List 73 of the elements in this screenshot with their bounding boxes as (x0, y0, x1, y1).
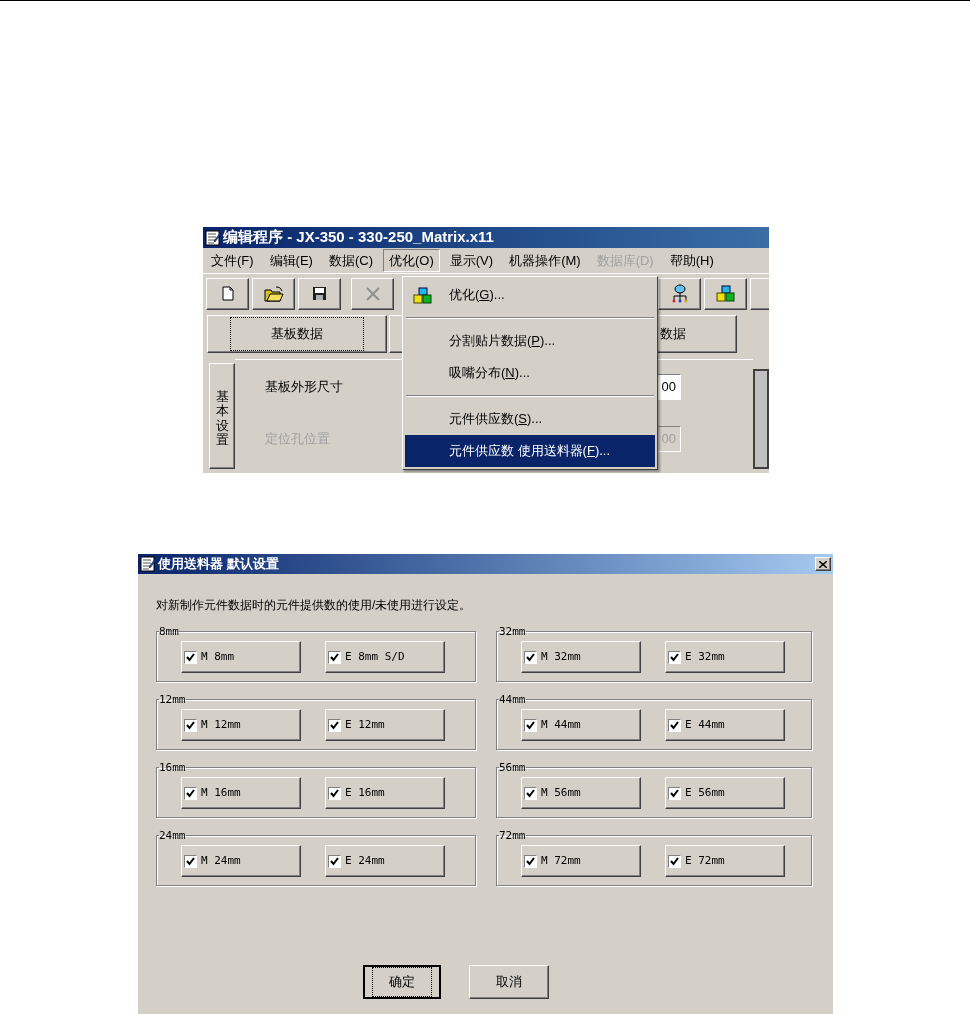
option-toggle[interactable]: M 8mm (181, 641, 301, 673)
checkbox[interactable] (184, 718, 197, 732)
checkbox[interactable] (328, 854, 341, 868)
checkbox[interactable] (184, 786, 197, 800)
menu-item[interactable]: 优化(O) (383, 248, 440, 273)
option-toggle[interactable]: E 56mm (665, 777, 785, 809)
group-title: 44mm (499, 694, 526, 705)
toolbar-button[interactable] (206, 277, 249, 310)
group-title: 72mm (499, 830, 526, 841)
document-icon (205, 229, 221, 246)
checkbox[interactable] (668, 854, 681, 868)
close-icon (819, 560, 827, 568)
group-title: 16mm (159, 762, 186, 773)
document-icon (140, 556, 156, 572)
toolbar-button[interactable] (658, 277, 701, 310)
option-toggle[interactable]: M 32mm (521, 641, 641, 673)
checkbox[interactable] (328, 718, 341, 732)
toolbar-button[interactable] (351, 277, 394, 310)
option-toggle[interactable]: E 8mm S/D (325, 641, 445, 673)
group-title: 56mm (499, 762, 526, 773)
group-title: 32mm (499, 626, 526, 637)
menu-item[interactable]: 数据(C) (322, 248, 379, 273)
group-title: 24mm (159, 830, 186, 841)
dialog-button[interactable]: 取消 (468, 965, 549, 999)
cubes-icon (413, 286, 433, 304)
side-tab[interactable]: 基本设置 (209, 363, 235, 469)
option-toggle[interactable]: E 12mm (325, 709, 445, 741)
menu-item[interactable]: 帮助(H) (663, 248, 720, 273)
new-document-icon (221, 286, 234, 301)
folder-icon (263, 285, 284, 302)
field-label: 基板外形尺寸 (265, 378, 344, 397)
description-text: 对新制作元件数据时的元件提供数的使用/未使用进行设定。 (156, 597, 473, 614)
window-title: 编辑程序 - JX-350 - 330-250_Matrix.x11 (223, 227, 494, 248)
tab[interactable]: 基板数据 (207, 315, 387, 353)
menu-item[interactable]: 显示(V) (443, 248, 500, 273)
dropdown-item[interactable]: 元件供应数 使用送料器(F)... (405, 435, 655, 467)
toolbar-button[interactable] (252, 277, 295, 310)
checkbox[interactable] (524, 786, 537, 800)
menu-item[interactable]: 机器操作(M) (503, 248, 587, 273)
option-toggle[interactable]: M 72mm (521, 845, 641, 877)
dialog-button[interactable]: 确定 (362, 965, 441, 999)
checkbox[interactable] (668, 786, 681, 800)
option-toggle[interactable]: E 16mm (325, 777, 445, 809)
option-toggle[interactable]: E 24mm (325, 845, 445, 877)
checkbox[interactable] (328, 786, 341, 800)
option-toggle[interactable]: E 44mm (665, 709, 785, 741)
close-button[interactable] (815, 557, 831, 571)
checkbox[interactable] (668, 650, 681, 664)
group-title: 8mm (159, 626, 179, 637)
option-toggle[interactable]: E 72mm (665, 845, 785, 877)
option-toggle[interactable]: M 16mm (181, 777, 301, 809)
menu-item[interactable]: 文件(F) (205, 248, 260, 273)
toolbar-button[interactable] (704, 277, 747, 310)
option-toggle[interactable]: M 24mm (181, 845, 301, 877)
option-toggle[interactable]: E 32mm (665, 641, 785, 673)
checkbox[interactable] (328, 650, 341, 664)
checkbox[interactable] (668, 718, 681, 732)
menu-item[interactable]: 编辑(E) (263, 248, 319, 273)
cubes-icon (715, 285, 736, 302)
checkbox[interactable] (184, 650, 197, 664)
delete-icon (364, 285, 381, 302)
group-title: 12mm (159, 694, 186, 705)
option-toggle[interactable]: M 56mm (521, 777, 641, 809)
dropdown-item[interactable]: 分割贴片数据(P)... (405, 325, 655, 357)
dropdown-item[interactable]: 优化(G)... (405, 279, 655, 311)
option-toggle[interactable]: M 12mm (181, 709, 301, 741)
toolbar-button[interactable] (298, 277, 341, 310)
dialog-title: 使用送料器 默认设置 (158, 555, 279, 574)
checkbox[interactable] (524, 854, 537, 868)
checkbox[interactable] (524, 650, 537, 664)
checkbox[interactable] (184, 854, 197, 868)
checkbox[interactable] (524, 718, 537, 732)
option-toggle[interactable]: M 44mm (521, 709, 641, 741)
